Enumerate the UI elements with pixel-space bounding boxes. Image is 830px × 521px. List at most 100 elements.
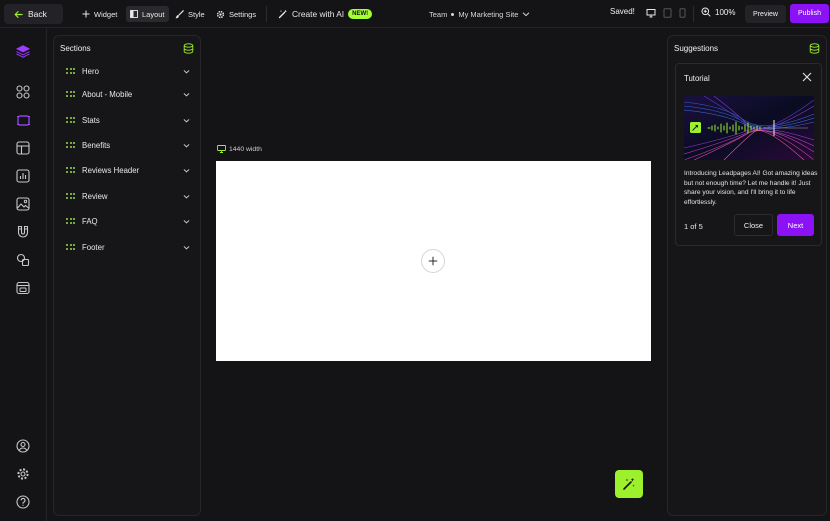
back-button[interactable]: Back [4,4,63,24]
settings-gear-icon [17,468,29,480]
rail-integrations[interactable] [15,252,31,268]
section-item-faq[interactable]: FAQ [66,214,190,228]
drag-handle-icon[interactable] [66,218,75,224]
section-item-stats[interactable]: Stats [66,113,190,127]
toolbar-divider [693,6,694,22]
tutorial-close-button[interactable]: Close [734,214,773,236]
arrow-left-icon [14,10,23,18]
drag-handle-icon[interactable] [66,91,75,97]
rail-checkout[interactable] [15,280,31,296]
rail-widgets[interactable] [15,84,31,100]
settings-button[interactable]: Settings [216,7,256,21]
close-icon[interactable] [802,72,812,82]
chevron-down-icon[interactable] [183,91,190,98]
database-icon[interactable] [809,43,820,54]
drag-handle-icon[interactable] [66,142,75,148]
save-status: Saved! [610,7,635,16]
section-item-benefits[interactable]: Benefits [66,138,190,152]
chevron-down-icon[interactable] [183,68,190,75]
section-item-hero[interactable]: Hero [66,64,190,78]
grid-icon [16,85,30,99]
database-icon[interactable] [183,43,194,54]
rail-settings[interactable] [15,466,31,482]
style-button[interactable]: Style [175,7,205,21]
layout-button[interactable]: Layout [126,6,169,22]
layout-icon [130,10,138,18]
publish-button[interactable]: Publish [790,4,829,23]
chevron-down-icon[interactable] [183,142,190,149]
separator-dot [451,12,455,16]
rail-analytics[interactable] [15,168,31,184]
create-with-ai-button[interactable]: Create with AI NEW! [278,7,373,21]
plus-icon [82,10,90,18]
brush-icon [175,9,184,18]
tutorial-next-button[interactable]: Next [777,214,814,236]
chevron-down-icon[interactable] [183,244,190,251]
section-label: Hero [82,66,99,76]
new-badge: NEW! [348,9,373,19]
page-canvas[interactable] [216,161,651,361]
settings-label: Settings [229,9,257,19]
drag-handle-icon[interactable] [66,117,75,123]
back-label: Back [28,9,47,19]
tablet-icon[interactable] [663,8,672,18]
drag-handle-icon[interactable] [66,167,75,173]
zoom-control[interactable]: 100% [701,7,735,17]
widget-label: Widget [94,9,118,19]
tutorial-image [684,96,814,160]
section-item-about-mobile[interactable]: About - Mobile [66,87,190,101]
app-logo[interactable] [15,43,31,59]
suggestions-title: Suggestions [674,44,719,53]
rail-layout[interactable] [15,140,31,156]
image-icon [16,197,30,211]
drag-handle-icon[interactable] [66,244,75,250]
browser-card-icon [16,281,30,295]
chevron-down-icon[interactable] [183,117,190,124]
section-label: Reviews Header [82,165,140,175]
canvas-width-label: 1440 width [229,145,262,153]
magic-wand-icon [278,9,287,19]
gear-icon [216,10,225,18]
rail-sections[interactable] [15,112,31,128]
chevron-down-icon[interactable] [183,193,190,200]
section-label: Footer [82,242,105,252]
site-switcher[interactable]: Team My Marketing Site [429,7,530,21]
chart-box-icon [16,169,30,183]
sections-icon [16,114,30,126]
rail-media[interactable] [15,196,31,212]
top-toolbar: Back Widget Layout Style Settings Create… [0,0,830,28]
rail-leads[interactable] [15,224,31,240]
section-item-footer[interactable]: Footer [66,240,190,254]
mobile-icon[interactable] [679,8,686,18]
section-label: Benefits [82,140,111,150]
monitor-icon [217,145,226,153]
shapes-icon [16,253,30,267]
chevron-down-icon[interactable] [183,167,190,174]
section-item-reviews-header[interactable]: Reviews Header [66,163,190,177]
widget-button[interactable]: Widget [82,7,117,21]
zoom-icon [701,7,711,17]
sections-title: Sections [60,44,91,53]
zoom-level: 100% [715,7,736,17]
drag-handle-icon[interactable] [66,68,75,74]
drag-handle-icon[interactable] [66,193,75,199]
magic-wand-icon [623,478,635,490]
suggestions-panel: Suggestions Tutorial Introducing Leadpag… [667,35,827,516]
style-label: Style [188,9,205,19]
ai-assistant-button[interactable] [615,470,643,498]
rail-help[interactable] [15,494,31,510]
help-circle-icon [16,495,30,509]
layout-template-icon [16,141,30,155]
add-section-button[interactable] [421,249,445,273]
tutorial-counter: 1 of 5 [684,222,703,231]
tutorial-body: Introducing Leadpages AI! Got amazing id… [684,170,818,206]
desktop-icon[interactable] [646,8,656,18]
section-item-review[interactable]: Review [66,189,190,203]
chevron-down-icon[interactable] [183,218,190,225]
toolbar-divider [266,6,267,22]
plus-icon [428,256,438,266]
rail-account[interactable] [15,438,31,454]
team-label: Team [429,9,448,19]
section-label: About - Mobile [82,89,133,99]
preview-button[interactable]: Preview [745,5,786,23]
